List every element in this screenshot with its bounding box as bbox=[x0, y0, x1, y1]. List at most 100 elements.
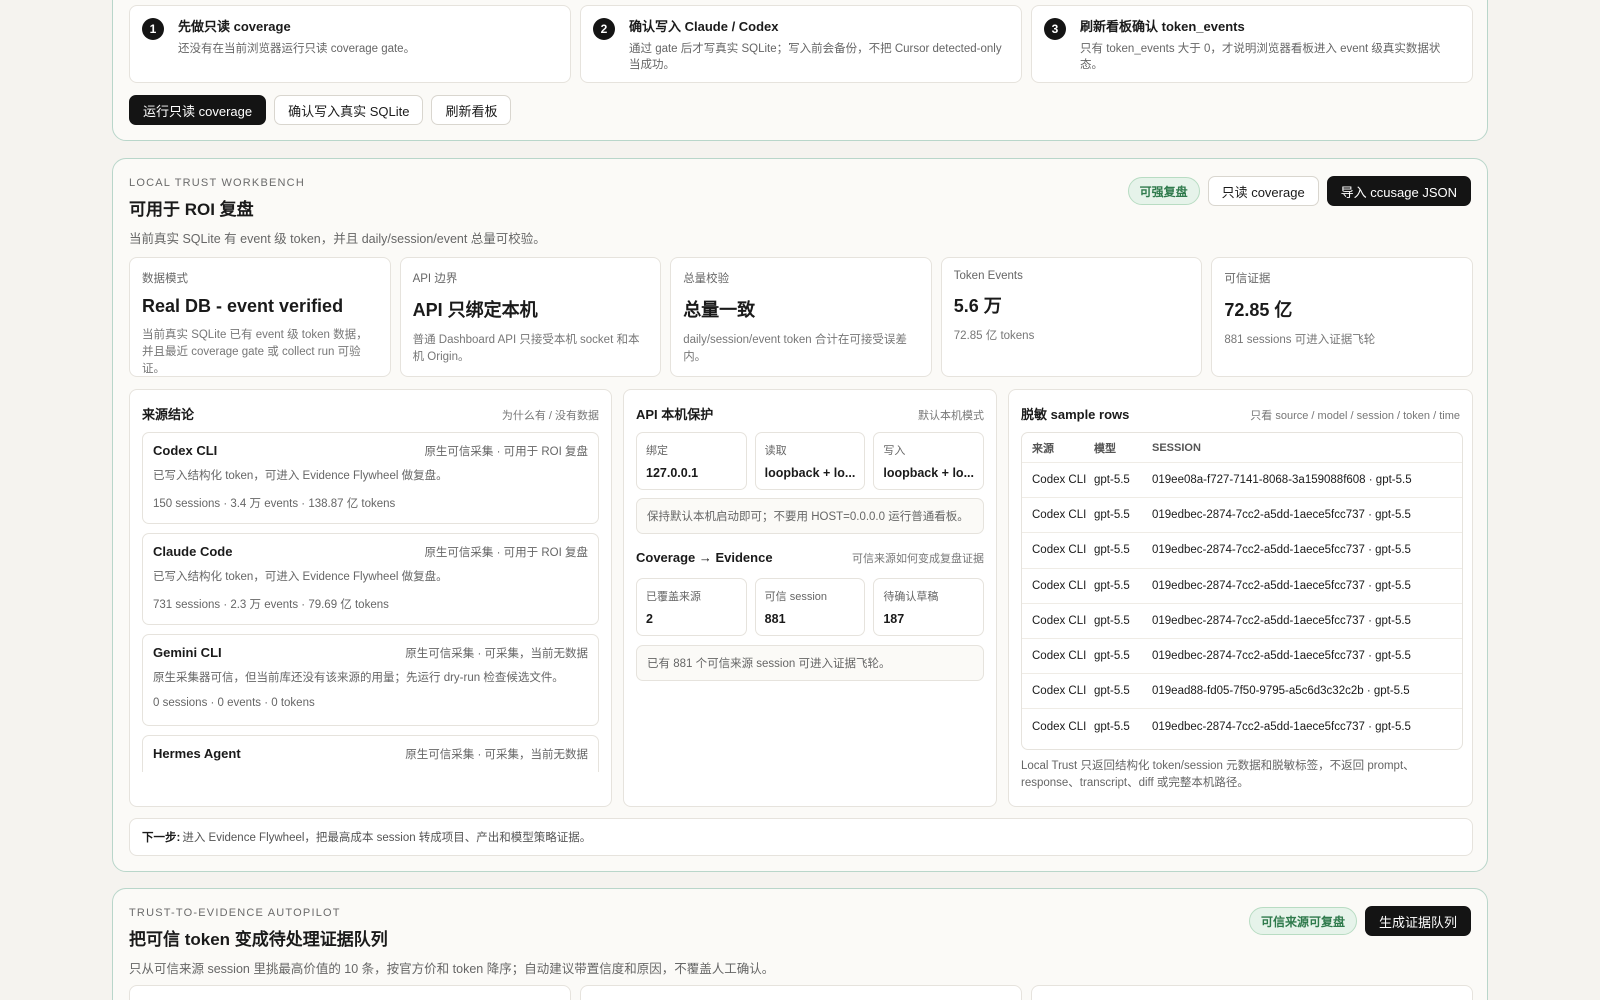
step-description: 只有 token_events 大于 0，才说明浏览器看板进入 event 级真… bbox=[1080, 43, 1441, 71]
confirm-write-button[interactable]: 确认写入真实 SQLite bbox=[274, 95, 424, 125]
metric-label: 数据模式 bbox=[142, 273, 188, 285]
autopilot-box bbox=[580, 985, 1022, 1000]
coverage-note: 已有 881 个可信来源 session 可进入证据飞轮。 bbox=[636, 645, 984, 681]
metric-note: daily/session/event token 合计在可接受误差内。 bbox=[683, 334, 907, 363]
source-status: 原生可信采集 · 可用于 ROI 复盘 bbox=[424, 547, 588, 559]
next-step-label: 下一步: bbox=[142, 832, 181, 844]
source-item-gemini-cli: Gemini CLI 原生可信采集 · 可采集，当前无数据 原生采集器可信，但当… bbox=[142, 634, 599, 726]
cell-source: Codex CLI bbox=[1032, 579, 1087, 592]
metric-note: 当前真实 SQLite 已有 event 级 token 数据，并且最近 cov… bbox=[142, 329, 368, 375]
column-header-session: SESSION bbox=[1152, 441, 1201, 454]
gate-step-1: 1 先做只读 coverage 还没有在当前浏览器运行只读 coverage g… bbox=[129, 5, 571, 83]
autopilot-subtitle: 只从可信来源 session 里挑最高价值的 10 条，按官方价和 token … bbox=[129, 962, 775, 976]
panel-hint: 默认本机模式 bbox=[918, 410, 984, 422]
source-conclusion-panel: 来源结论 为什么有 / 没有数据 Codex CLI 原生可信采集 · 可用于 … bbox=[129, 389, 612, 807]
panel-header: 来源结论 为什么有 / 没有数据 bbox=[142, 404, 599, 423]
step-title: 确认写入 Claude / Codex bbox=[629, 19, 779, 34]
metric-label: API 边界 bbox=[412, 273, 458, 285]
autopilot-actions: 可信来源可复盘 生成证据队列 bbox=[1248, 906, 1471, 936]
gate-steps: 1 先做只读 coverage 还没有在当前浏览器运行只读 coverage g… bbox=[129, 5, 1473, 83]
metric-note: 881 sessions 可进入证据飞轮 bbox=[1224, 334, 1376, 346]
covered-sources-cell: 已覆盖来源 2 bbox=[636, 578, 747, 636]
workbench-title: 可用于 ROI 复盘 bbox=[129, 200, 254, 219]
cell-session: 019edbec-2874-7cc2-a5dd-1aece5fcc737 · g… bbox=[1152, 650, 1411, 663]
next-step-text: 进入 Evidence Flywheel，把最高成本 session 转成项目、… bbox=[182, 832, 592, 844]
source-description: 已写入结构化 token，可进入 Evidence Flywheel 做复盘。 bbox=[153, 571, 448, 583]
metric-cards: 数据模式 Real DB - event verified 当前真实 SQLit… bbox=[129, 257, 1473, 377]
cell-model: gpt-5.5 bbox=[1094, 509, 1130, 522]
api-note: 保持默认本机启动即可；不要用 HOST=0.0.0.0 运行普通看板。 bbox=[636, 498, 984, 534]
table-row: Codex CLI gpt-5.5 019edbec-2874-7cc2-a5d… bbox=[1022, 604, 1462, 639]
workbench-kicker: LOCAL TRUST WORKBENCH bbox=[129, 177, 305, 189]
cell-source: Codex CLI bbox=[1032, 509, 1087, 522]
evidence-autopilot-card: TRUST-TO-EVIDENCE AUTOPILOT 把可信 token 变成… bbox=[112, 888, 1488, 1000]
gate-step-3: 3 刷新看板确认 token_events 只有 token_events 大于… bbox=[1031, 5, 1473, 83]
panel-title: 脱敏 sample rows bbox=[1021, 407, 1130, 422]
source-stats: 150 sessions · 3.4 万 events · 138.87 亿 t… bbox=[153, 498, 396, 510]
source-list[interactable]: Codex CLI 原生可信采集 · 可用于 ROI 复盘 已写入结构化 tok… bbox=[142, 432, 599, 772]
status-badge: 可信来源可复盘 bbox=[1248, 907, 1357, 935]
source-stats: 0 sessions · 0 events · 0 tokens bbox=[153, 697, 315, 709]
coverage-evidence-header: Coverage → Evidence 可信来源如何变成复盘证据 bbox=[636, 550, 984, 566]
cell-model: gpt-5.5 bbox=[1094, 685, 1130, 698]
cell-model: gpt-5.5 bbox=[1094, 650, 1130, 663]
metric-token-events: Token Events 5.6 万 72.85 亿 tokens bbox=[940, 257, 1203, 377]
coverage-evidence-title: Coverage → Evidence bbox=[636, 550, 773, 565]
cell-source: Codex CLI bbox=[1032, 474, 1087, 487]
source-description: 已写入结构化 token，可进入 Evidence Flywheel 做复盘。 bbox=[153, 470, 448, 482]
cell-value: loopback + lo... bbox=[883, 466, 974, 480]
status-badge: 可强复盘 bbox=[1127, 177, 1200, 205]
source-status: 原生可信采集 · 可采集，当前无数据 bbox=[405, 648, 588, 660]
table-row: Codex CLI gpt-5.5 019ee08a-f727-7141-806… bbox=[1022, 463, 1462, 499]
trusted-sessions-cell: 可信 session 881 bbox=[754, 578, 866, 636]
cell-value: 127.0.0.1 bbox=[646, 466, 699, 480]
cell-session: 019edbec-2874-7cc2-a5dd-1aece5fcc737 · g… bbox=[1152, 544, 1411, 557]
cell-session: 019edbec-2874-7cc2-a5dd-1aece5fcc737 · g… bbox=[1152, 579, 1411, 592]
column-header-model: 模型 bbox=[1094, 442, 1116, 455]
import-ccusage-button[interactable]: 导入 ccusage JSON bbox=[1326, 176, 1471, 206]
api-write-cell: 写入 loopback + lo... bbox=[873, 432, 985, 490]
metric-value: 72.85 亿 bbox=[1224, 300, 1293, 320]
coverage-gate-card: 1 先做只读 coverage 还没有在当前浏览器运行只读 coverage g… bbox=[112, 0, 1488, 141]
metric-data-mode: 数据模式 Real DB - event verified 当前真实 SQLit… bbox=[129, 257, 391, 377]
cell-source: Codex CLI bbox=[1032, 720, 1087, 733]
panel-title: API 本机保护 bbox=[636, 407, 714, 422]
cell-model: gpt-5.5 bbox=[1094, 544, 1130, 557]
cell-session: 019edbec-2874-7cc2-a5dd-1aece5fcc737 · g… bbox=[1152, 509, 1411, 522]
cell-session: 019ee08a-f727-7141-8068-3a159088f608 · g… bbox=[1152, 474, 1412, 487]
sample-rows-table[interactable]: 来源 模型 SESSION Codex CLI gpt-5.5 019ee08a… bbox=[1021, 432, 1463, 750]
source-status: 原生可信采集 · 可采集，当前无数据 bbox=[405, 749, 588, 761]
cell-session: 019edbec-2874-7cc2-a5dd-1aece5fcc737 · g… bbox=[1152, 720, 1411, 733]
autopilot-title: 把可信 token 变成待处理证据队列 bbox=[129, 930, 388, 949]
autopilot-kicker: TRUST-TO-EVIDENCE AUTOPILOT bbox=[129, 907, 341, 919]
generate-queue-button[interactable]: 生成证据队列 bbox=[1364, 906, 1471, 936]
metric-trusted-evidence: 可信证据 72.85 亿 881 sessions 可进入证据飞轮 bbox=[1211, 257, 1473, 377]
api-binding-grid: 绑定 127.0.0.1 读取 loopback + lo... 写入 loop… bbox=[636, 432, 985, 490]
source-item-hermes-agent: Hermes Agent 原生可信采集 · 可采集，当前无数据 bbox=[142, 735, 599, 772]
source-description: 原生采集器可信，但当前库还没有该来源的用量；先运行 dry-run 检查候选文件… bbox=[153, 672, 564, 684]
metric-value: Real DB - event verified bbox=[142, 296, 344, 316]
step-description: 通过 gate 后才写真实 SQLite；写入前会备份，不把 Cursor de… bbox=[629, 43, 1002, 71]
local-trust-workbench-card: LOCAL TRUST WORKBENCH 可用于 ROI 复盘 当前真实 SQ… bbox=[112, 158, 1488, 872]
panel-header: 脱敏 sample rows 只看 source / model / sessi… bbox=[1021, 404, 1460, 423]
source-name: Gemini CLI bbox=[153, 645, 222, 660]
metric-api-boundary: API 边界 API 只绑定本机 普通 Dashboard API 只接受本机 … bbox=[399, 257, 662, 377]
refresh-dashboard-button[interactable]: 刷新看板 bbox=[431, 95, 512, 125]
table-row: Codex CLI gpt-5.5 019edbec-2874-7cc2-a5d… bbox=[1022, 569, 1462, 604]
table-header-row: 来源 模型 SESSION bbox=[1022, 433, 1462, 463]
table-row: Codex CLI gpt-5.5 019edbec-2874-7cc2-a5d… bbox=[1022, 709, 1462, 744]
autopilot-box bbox=[1031, 985, 1473, 1000]
run-coverage-button[interactable]: 运行只读 coverage bbox=[129, 95, 267, 125]
panel-title: 来源结论 bbox=[142, 407, 195, 422]
metric-label: 可信证据 bbox=[1224, 273, 1271, 285]
source-item-claude-code: Claude Code 原生可信采集 · 可用于 ROI 复盘 已写入结构化 t… bbox=[142, 533, 599, 625]
table-row: Codex CLI gpt-5.5 019edbec-2874-7cc2-a5d… bbox=[1022, 639, 1462, 675]
metric-value: 总量一致 bbox=[683, 300, 756, 320]
step-number-badge: 1 bbox=[142, 18, 164, 40]
sample-rows-panel: 脱敏 sample rows 只看 source / model / sessi… bbox=[1008, 389, 1473, 807]
panel-hint: 只看 source / model / session / token / ti… bbox=[1250, 410, 1460, 422]
table-row: Codex CLI gpt-5.5 019ead88-fd05-7f50-979… bbox=[1022, 674, 1462, 710]
cell-value: 187 bbox=[883, 612, 905, 626]
readonly-coverage-button[interactable]: 只读 coverage bbox=[1207, 176, 1319, 206]
cell-source: Codex CLI bbox=[1032, 650, 1087, 663]
